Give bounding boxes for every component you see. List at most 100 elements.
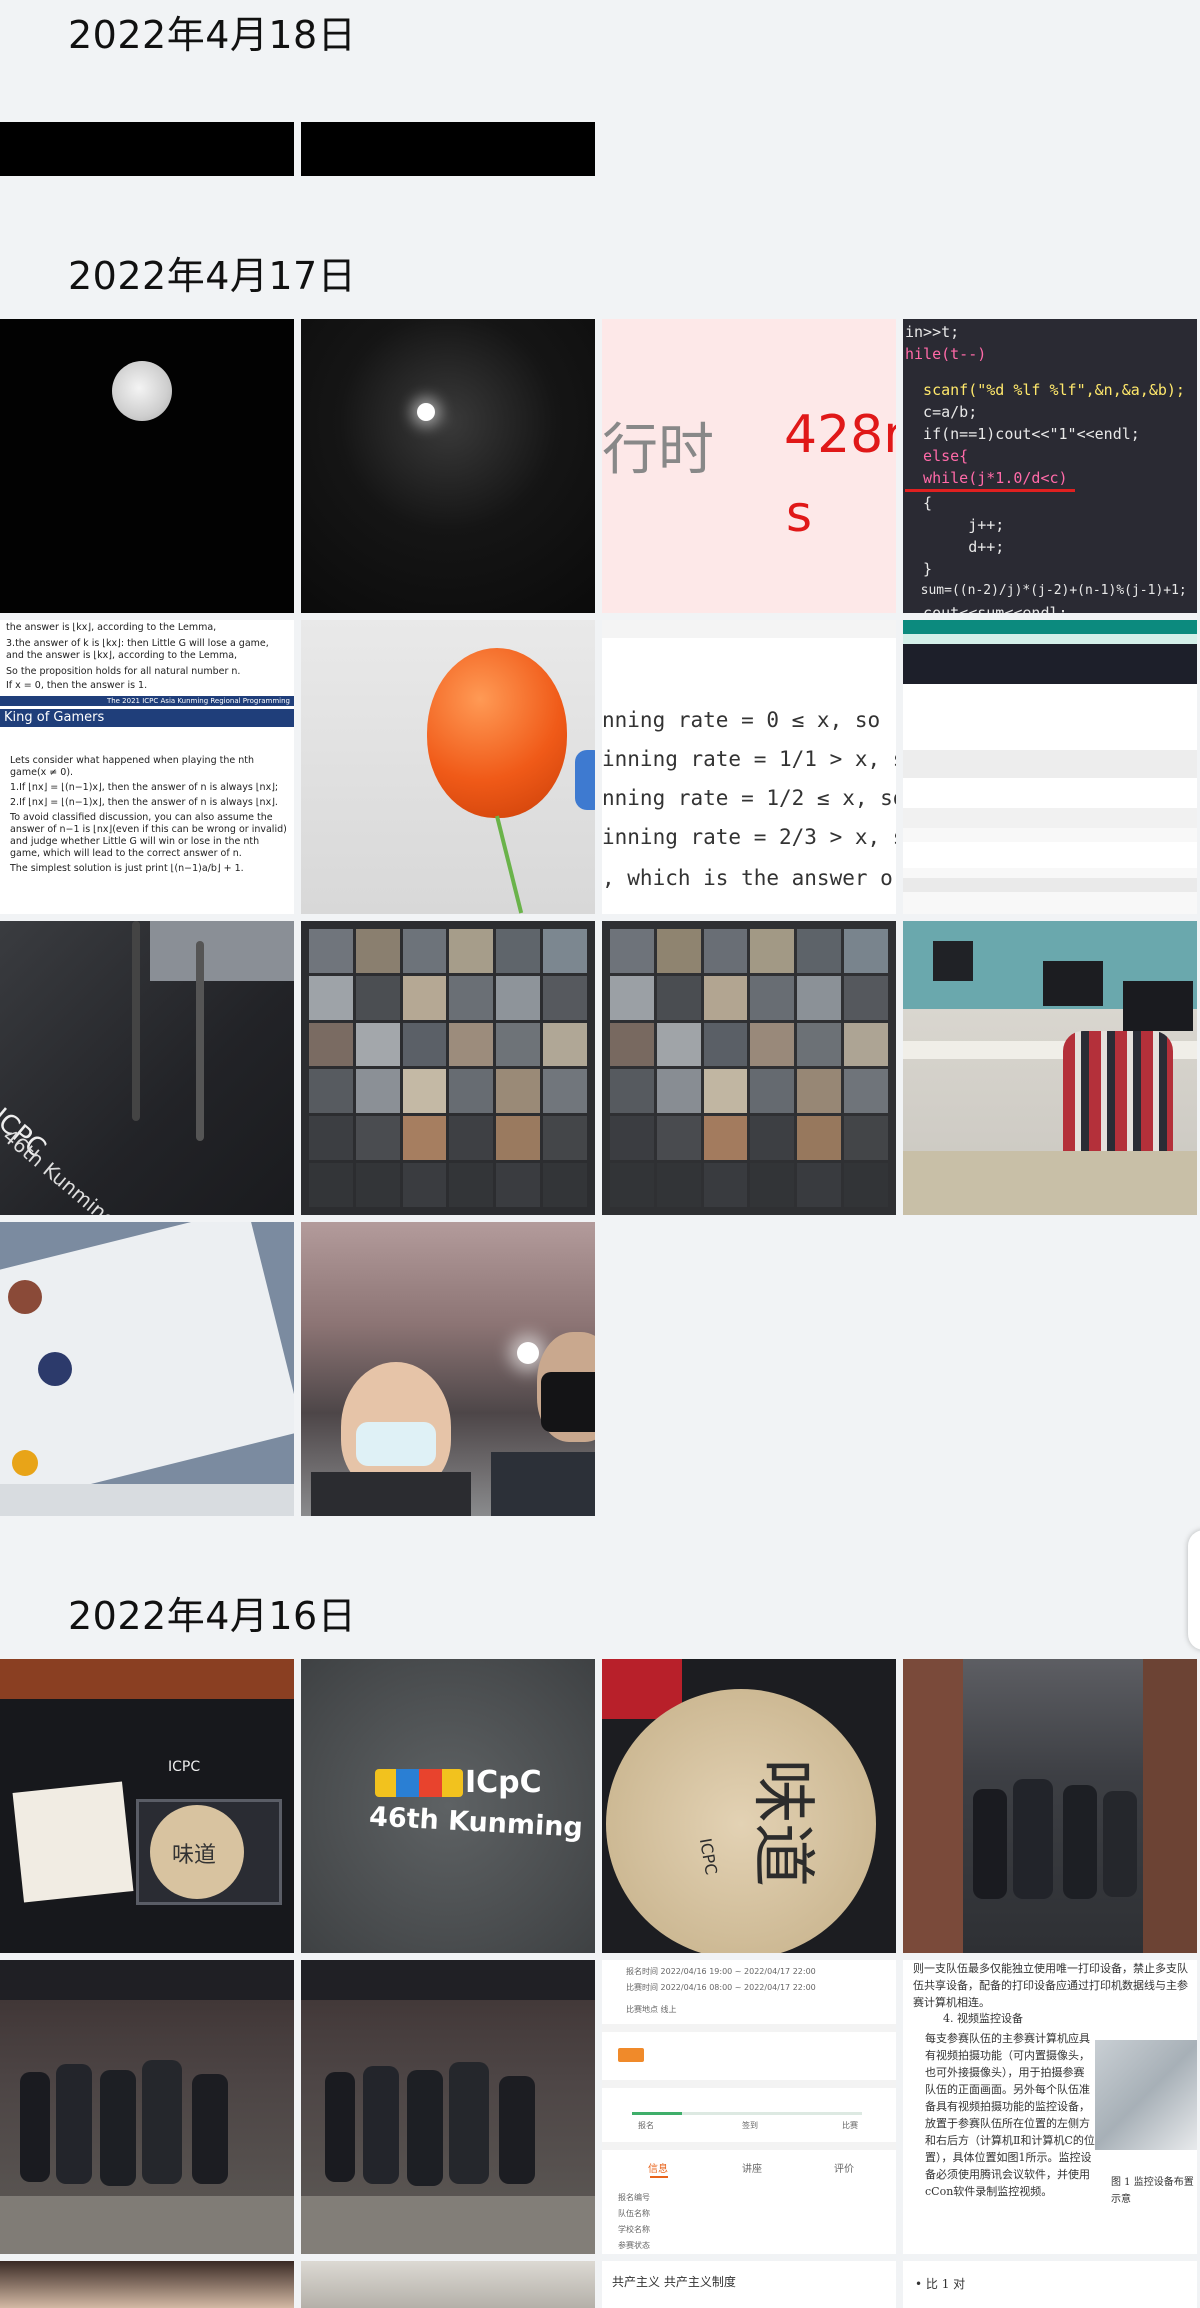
code-line: else{ (905, 447, 969, 465)
photo-hoodie-logo[interactable]: ICpC 46th Kunming (301, 1659, 595, 1953)
photo-hoodie[interactable]: ICPC 46th Kunming (0, 921, 294, 1215)
person (325, 2072, 355, 2182)
slide-footer: The 2021 ICPC Asia Kunming Regional Prog… (0, 696, 294, 706)
doc-text: 共产主义 共产主义制度 (612, 2275, 736, 2289)
app-step: 签到 (742, 2121, 758, 2130)
runtime-unit: s (786, 485, 813, 543)
moon-icon (417, 403, 435, 421)
photo-thumbnail[interactable] (301, 122, 595, 176)
date-header: 2022年4月18日 (68, 13, 357, 57)
doc-text: 每支参赛队伍的主参赛计算机应具有视频拍摄功能（可内置摄像头，也可外接摄像头），用… (925, 2032, 1095, 2198)
hoodie-brand: ICPC (168, 1759, 201, 1775)
code-line: cout<<sum<<endl; (905, 604, 1068, 613)
app-tab[interactable]: 信息 (648, 2160, 668, 2175)
doc-caption: 图 1 监控设备布置示意 (1111, 2177, 1194, 2205)
photo-thumbnail[interactable] (0, 122, 294, 176)
photo-video-wall[interactable] (602, 921, 896, 1215)
photo-document[interactable]: • 比 1 对 (903, 2261, 1197, 2308)
photo-code-screen[interactable]: in>>t; hile(t--) scanf("%d %lf %lf",&n,&… (903, 319, 1197, 613)
photo-web-page[interactable] (903, 620, 1197, 914)
slide-bullet: To avoid classified discussion, you can … (10, 812, 287, 859)
photo-runtime[interactable]: 行时 428r s (602, 319, 896, 613)
tin-char: 味道 (172, 1843, 217, 1868)
formula-line: nning rate = 1/2 ≤ x, so (602, 786, 896, 810)
slide-text: the answer is ⌊kx⌋, according to the Lem… (6, 622, 217, 633)
code-line: hile(t--) (905, 345, 987, 363)
hoodie-text: 46th Kunming (0, 1123, 122, 1215)
person (973, 1789, 1007, 1899)
app-tab[interactable]: 讲座 (742, 2160, 762, 2175)
date-header: 2022年4月16日 (68, 1594, 357, 1638)
photo-moon[interactable] (0, 319, 294, 613)
hoodie-text: 46th Kunming (368, 1801, 584, 1844)
date-header: 2022年4月17日 (68, 254, 357, 298)
photo-winning-rate[interactable]: nning rate = 0 ≤ x, so inning rate = 1/1… (602, 620, 896, 914)
photo-slide[interactable]: the answer is ⌊kx⌋, according to the Lem… (0, 620, 294, 914)
code-line: c=a/b; (905, 403, 978, 421)
app-step: 报名 (638, 2121, 654, 2130)
slide-text: If x = 0, then the answer is 1. (6, 680, 148, 691)
photo-classroom[interactable] (903, 921, 1197, 1215)
app-row: 比赛地点 线上 (626, 2005, 677, 2014)
formula-line: inning rate = 2/3 > x, so (602, 825, 896, 849)
photo-night-group[interactable] (0, 1960, 294, 2254)
code-line: j++; (905, 516, 1005, 534)
slide-bullet: The simplest solution is just print ⌊(n−… (10, 863, 244, 874)
doc-text: 则一支队伍最多仅能独立使用唯一打印设备，禁止多支队伍共享设备，配备的打印设备应通… (913, 1962, 1188, 2009)
photo-balloon[interactable] (301, 620, 595, 914)
formula-line: inning rate = 1/1 > x, so (602, 747, 896, 771)
photo-night-group[interactable] (301, 1960, 595, 2254)
doc-heading: 4. 视频监控设备 (943, 2012, 1023, 2025)
slide-text: So the proposition holds for all natural… (6, 666, 241, 677)
slide-bullet: Lets consider what happened when playing… (10, 755, 255, 778)
code-line: d++; (905, 538, 1005, 556)
formula-line: , which is the answer o (602, 866, 893, 890)
photo-thumbnail[interactable] (0, 2261, 294, 2308)
code-line: scanf("%d %lf %lf",&n,&a,&b); (905, 381, 1185, 399)
photo-tin[interactable]: 味道 ICPC (602, 1659, 896, 1953)
photo-laptop-screen[interactable] (0, 1222, 294, 1516)
photo-selfie[interactable] (301, 1222, 595, 1516)
moon-icon (112, 361, 172, 421)
runtime-label: 行时 (602, 418, 714, 483)
person (100, 2070, 136, 2186)
app-field: 学校名称 (618, 2225, 650, 2234)
person (56, 2064, 92, 2184)
fast-scroll-handle[interactable] (1188, 1530, 1200, 1650)
photo-document[interactable]: 则一支队伍最多仅能独立使用唯一打印设备，禁止多支队伍共享设备，配备的打印设备应通… (903, 1960, 1197, 2254)
photo-app-screenshot[interactable]: 报名时间 2022/04/16 19:00 ~ 2022/04/17 22:00… (602, 1960, 896, 2254)
app-field: 队伍名称 (618, 2209, 650, 2218)
tin-icon (606, 1689, 876, 1953)
photo-moon-dark[interactable] (301, 319, 595, 613)
photo-souvenirs[interactable]: ICPC 味道 (0, 1659, 294, 1953)
tin-char: 味道 (745, 1759, 819, 1887)
doc-figure (1095, 2040, 1197, 2150)
photo-video-wall[interactable] (301, 921, 595, 1215)
person (1103, 1791, 1137, 1897)
app-row: 比赛时间 2022/04/16 08:00 ~ 2022/04/17 22:00 (626, 1983, 816, 1992)
runtime-value: 428r (784, 405, 896, 465)
slide-title: King of Gamers (0, 709, 294, 727)
code-line: in>>t; (905, 323, 960, 341)
slide-bullet: 2.If ⌊nx⌋ = ⌊(n−1)x⌋, then the answer of… (10, 797, 278, 808)
code-line: while(j*1.0/d<c) (905, 467, 1075, 492)
app-step: 比赛 (842, 2121, 858, 2130)
person (407, 2070, 443, 2186)
app-row: 报名时间 2022/04/16 19:00 ~ 2022/04/17 22:00 (626, 1967, 816, 1976)
slide-bullet: 1.If ⌊nx⌋ = ⌊(n−1)x⌋, then the answer of… (10, 782, 279, 793)
balloon-icon (427, 648, 567, 818)
formula-line: nning rate = 0 ≤ x, so (602, 708, 881, 732)
icpc-logo (375, 1769, 463, 1797)
code-line: if(n==1)cout<<"1"<<endl; (905, 425, 1140, 443)
person (192, 2074, 228, 2184)
photo-thumbnail[interactable] (301, 2261, 595, 2308)
person (142, 2060, 182, 2184)
slide-text: 3.the answer of k is ⌊kx⌋: then Little G… (6, 638, 269, 661)
app-field: 参赛状态 (618, 2241, 650, 2250)
hoodie-brand: ICpC (465, 1765, 542, 1800)
photo-document[interactable]: 共产主义 共产主义制度 (602, 2261, 896, 2308)
app-tab[interactable]: 评价 (834, 2160, 854, 2175)
person (1013, 1779, 1053, 1899)
photo-night-group[interactable] (903, 1659, 1197, 1953)
code-line: } (905, 560, 933, 578)
